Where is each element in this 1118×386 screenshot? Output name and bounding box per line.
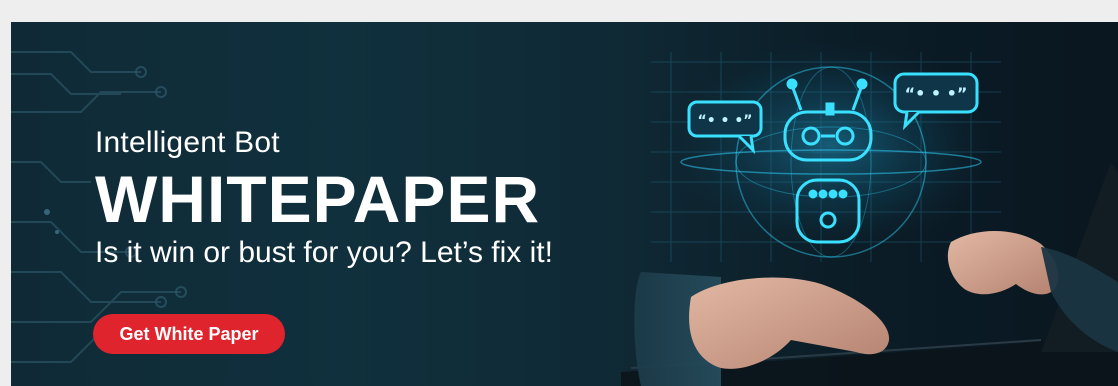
- robot-hologram-scene: “• • •” “• • •”: [621, 42, 1118, 386]
- kicker-text: Intelligent Bot: [95, 126, 280, 159]
- right-hand: [947, 230, 1059, 295]
- headline: WHITEPAPER: [95, 162, 541, 236]
- speech-bubble-dots: “• • •”: [905, 84, 968, 103]
- tagline: Is it win or bust for you? Let’s fix it!: [95, 236, 553, 269]
- get-white-paper-button[interactable]: Get White Paper: [93, 314, 285, 354]
- whitepaper-banner: “• • •” “• • •” Intelligent Bot WHITEPAP…: [11, 22, 1118, 386]
- speech-bubble-dots: “• • •”: [698, 113, 753, 129]
